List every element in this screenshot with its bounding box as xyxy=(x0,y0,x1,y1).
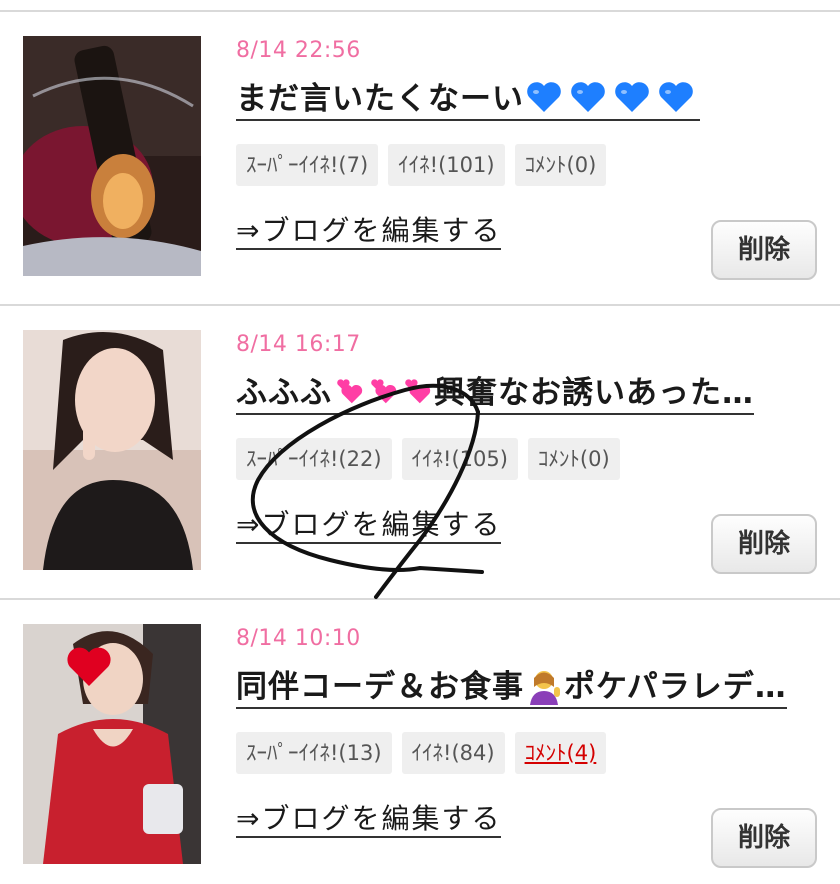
super-like-count: ｽｰﾊﾟｰｲｲﾈ!(22) xyxy=(236,438,392,480)
post-date: 8/14 16:17 xyxy=(236,332,361,357)
delete-button[interactable]: 削除 xyxy=(711,514,817,574)
delete-button[interactable]: 削除 xyxy=(711,220,817,280)
edit-blog-link[interactable]: ⇒ブログを編集する xyxy=(236,802,502,838)
blog-entry: 8/14 16:17 ふふふ 興奮なお誘いあった… ｽｰﾊﾟｰｲｲﾈ!(22) ｲ… xyxy=(0,306,840,600)
like-count: ｲｲﾈ!(105) xyxy=(401,438,518,480)
blog-entry: 8/14 22:56 まだ言いたくなーい ｽｰﾊﾟｰｲｲﾈ!(7) ｲｲﾈ!(1… xyxy=(0,12,840,306)
post-title-suffix: 興奮なお誘いあった… xyxy=(434,375,754,411)
post-date: 8/14 10:10 xyxy=(236,626,361,651)
comment-count: ｺﾒﾝﾄ(0) xyxy=(527,438,620,480)
blue-heart-icon xyxy=(659,82,693,112)
blog-entry: 8/14 10:10 同伴コーデ＆お食事 ポケパラレデ… ｽｰﾊﾟｰｲｲﾈ!(13… xyxy=(0,600,840,884)
comment-count-link[interactable]: ｺﾒﾝﾄ(4) xyxy=(514,732,607,774)
post-thumbnail[interactable] xyxy=(23,624,201,864)
two-hearts-icon xyxy=(371,379,397,404)
edit-blog-link[interactable]: ⇒ブログを編集する xyxy=(236,508,502,544)
post-stats: ｽｰﾊﾟｰｲｲﾈ!(7) ｲｲﾈ!(101) ｺﾒﾝﾄ(0) xyxy=(236,144,607,186)
two-hearts-icon xyxy=(337,379,363,404)
blue-heart-icon xyxy=(527,82,561,112)
post-stats: ｽｰﾊﾟｰｲｲﾈ!(22) ｲｲﾈ!(105) ｺﾒﾝﾄ(0) xyxy=(236,438,620,480)
post-thumbnail[interactable] xyxy=(23,330,201,570)
comment-count: ｺﾒﾝﾄ(0) xyxy=(514,144,607,186)
like-count: ｲｲﾈ!(84) xyxy=(401,732,505,774)
blue-heart-icon xyxy=(571,82,605,112)
person-tipping-hand-icon xyxy=(530,671,560,705)
post-stats: ｽｰﾊﾟｰｲｲﾈ!(13) ｲｲﾈ!(84) ｺﾒﾝﾄ(4) xyxy=(236,732,607,774)
post-title-prefix: ふふふ xyxy=(236,375,332,411)
two-hearts-icon xyxy=(405,379,431,404)
post-title-suffix: ポケパラレデ… xyxy=(564,669,787,705)
champagne-photo-image xyxy=(23,36,201,276)
post-title-prefix: 同伴コーデ＆お食事 xyxy=(236,669,524,705)
delete-button[interactable]: 削除 xyxy=(711,808,817,868)
post-title-text: まだ言いたくなーい xyxy=(236,81,524,117)
super-like-count: ｽｰﾊﾟｰｲｲﾈ!(7) xyxy=(236,144,379,186)
post-thumbnail[interactable] xyxy=(23,36,201,276)
woman-selfie-image xyxy=(23,330,201,570)
post-title[interactable]: まだ言いたくなーい xyxy=(236,76,820,124)
post-title[interactable]: 同伴コーデ＆お食事 ポケパラレデ… xyxy=(236,664,820,712)
red-dress-photo-image xyxy=(23,624,201,864)
blue-heart-icon xyxy=(615,82,649,112)
super-like-count: ｽｰﾊﾟｰｲｲﾈ!(13) xyxy=(236,732,392,774)
edit-blog-link[interactable]: ⇒ブログを編集する xyxy=(236,214,502,250)
like-count: ｲｲﾈ!(101) xyxy=(388,144,505,186)
top-divider xyxy=(0,0,840,12)
post-date: 8/14 22:56 xyxy=(236,38,361,63)
post-title[interactable]: ふふふ 興奮なお誘いあった… xyxy=(236,370,820,418)
